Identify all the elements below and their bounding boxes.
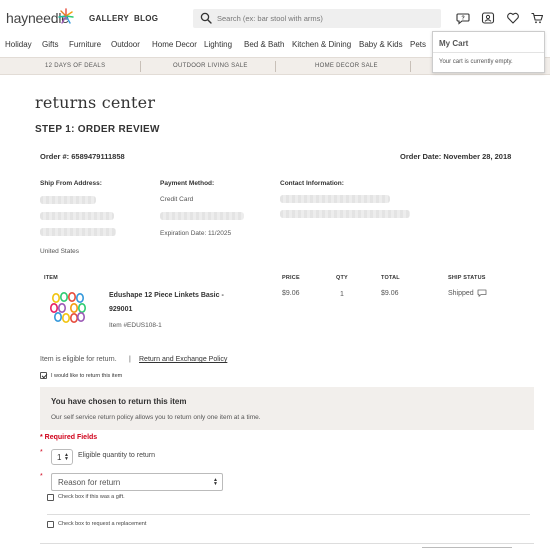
form-divider — [40, 543, 534, 544]
replacement-checkbox[interactable] — [47, 521, 54, 528]
promo-outdoor-living[interactable]: OUTDOOR LIVING SALE — [173, 63, 248, 69]
return-item-label: I would like to return this item — [51, 373, 123, 379]
search-input[interactable]: Search (ex: bar stool with arms) — [193, 9, 441, 28]
continue-button-top-edge[interactable] — [422, 547, 512, 548]
cart-icon[interactable] — [530, 11, 544, 25]
product-name-line2[interactable]: 929001 — [109, 306, 132, 313]
reason-select[interactable]: Reason for return ▲ ▼ — [51, 473, 223, 491]
category-gifts[interactable]: Gifts — [42, 40, 58, 49]
category-bed-bath[interactable]: Bed & Bath — [244, 40, 284, 49]
gift-checkbox[interactable] — [47, 494, 54, 501]
category-holiday[interactable]: Holiday — [5, 40, 32, 49]
payment-label: Payment Method: — [160, 180, 215, 187]
notice-title: You have chosen to return this item — [51, 397, 187, 406]
item-total: $9.06 — [381, 290, 399, 297]
promo-home-decor[interactable]: HOME DECOR SALE — [315, 63, 378, 69]
return-item-checkbox[interactable] — [40, 372, 47, 379]
redacted-contact-line — [280, 195, 390, 203]
return-policy-link[interactable]: Return and Exchange Policy — [139, 356, 227, 363]
category-pets[interactable]: Pets — [410, 40, 426, 49]
required-star: * — [40, 449, 43, 456]
reason-value: Reason for return — [58, 478, 121, 487]
required-star: * — [40, 473, 43, 480]
promo-divider — [275, 61, 276, 72]
required-fields-note: * Required Fields — [40, 434, 98, 441]
product-item-number: Item #EDUS108-1 — [109, 322, 162, 329]
product-image[interactable] — [48, 290, 88, 324]
cart-empty-message: Your cart is currently empty. — [439, 59, 513, 65]
category-kitchen-dining[interactable]: Kitchen & Dining — [292, 40, 351, 49]
ship-from-label: Ship From Address: — [40, 180, 102, 187]
nav-gallery[interactable]: GALLERY — [89, 14, 129, 23]
quantity-label: Eligible quantity to return — [78, 452, 156, 459]
gift-label: Check box if this was a gift. — [58, 494, 125, 500]
cart-dropdown: My Cart Your cart is currently empty. — [432, 31, 545, 73]
category-home-decor[interactable]: Home Decor — [152, 40, 197, 49]
category-furniture[interactable]: Furniture — [69, 40, 101, 49]
return-notice: You have chosen to return this item Our … — [40, 387, 534, 430]
ship-status-info-icon[interactable] — [477, 289, 487, 297]
cart-divider — [433, 52, 544, 53]
promo-12-days[interactable]: 12 DAYS OF DEALS — [45, 63, 105, 69]
replacement-label: Check box to request a replacement — [58, 521, 147, 527]
eligibility-separator: | — [129, 356, 131, 363]
eligibility-text: Item is eligible for return. — [40, 356, 117, 363]
notice-body: Our self service return policy allows yo… — [51, 414, 261, 421]
redacted-address-line — [40, 212, 114, 220]
col-qty: QTY — [336, 275, 348, 281]
redacted-address-line — [40, 196, 96, 204]
step-heading: STEP 1: ORDER REVIEW — [35, 124, 160, 135]
quantity-value: 1 — [57, 453, 62, 462]
order-date: Order Date: November 28, 2018 — [400, 152, 512, 161]
redacted-card-number — [160, 212, 244, 220]
search-placeholder: Search (ex: bar stool with arms) — [217, 14, 323, 23]
col-item: ITEM — [44, 275, 58, 281]
cart-title[interactable]: My Cart — [439, 39, 468, 48]
contact-label: Contact Information: — [280, 180, 344, 187]
account-icon[interactable] — [481, 11, 495, 25]
payment-expiration: Expiration Date: 11/2025 — [160, 230, 232, 237]
promo-divider — [140, 61, 141, 72]
redacted-contact-line — [280, 210, 410, 218]
col-ship-status: SHIP STATUS — [448, 275, 486, 281]
category-outdoor[interactable]: Outdoor — [111, 40, 140, 49]
quantity-select[interactable]: 1 ▲ ▼ — [51, 449, 73, 465]
ship-status: Shipped — [448, 290, 474, 297]
chat-icon[interactable]: ? — [456, 11, 470, 25]
heart-icon[interactable] — [506, 11, 520, 25]
payment-type: Credit Card — [160, 196, 194, 203]
col-price: PRICE — [282, 275, 300, 281]
col-total: TOTAL — [381, 275, 400, 281]
logo-sparkle-icon — [58, 8, 74, 24]
promo-divider — [410, 61, 411, 72]
select-arrows-icon: ▲ ▼ — [213, 477, 218, 487]
page-title: returns center — [35, 93, 156, 112]
order-number: Order #: 6589479111858 — [40, 152, 125, 161]
form-divider — [47, 514, 530, 515]
product-name-line1[interactable]: Edushape 12 Piece Linkets Basic - — [109, 292, 224, 299]
category-lighting[interactable]: Lighting — [204, 40, 232, 49]
redacted-address-line — [40, 228, 116, 236]
category-baby-kids[interactable]: Baby & Kids — [359, 40, 403, 49]
stepper-arrows-icon: ▲ ▼ — [64, 452, 69, 462]
item-price: $9.06 — [282, 290, 300, 297]
ship-country: United States — [40, 248, 80, 255]
item-qty: 1 — [340, 291, 344, 298]
search-icon — [200, 12, 212, 24]
nav-blog[interactable]: BLOG — [134, 14, 158, 23]
